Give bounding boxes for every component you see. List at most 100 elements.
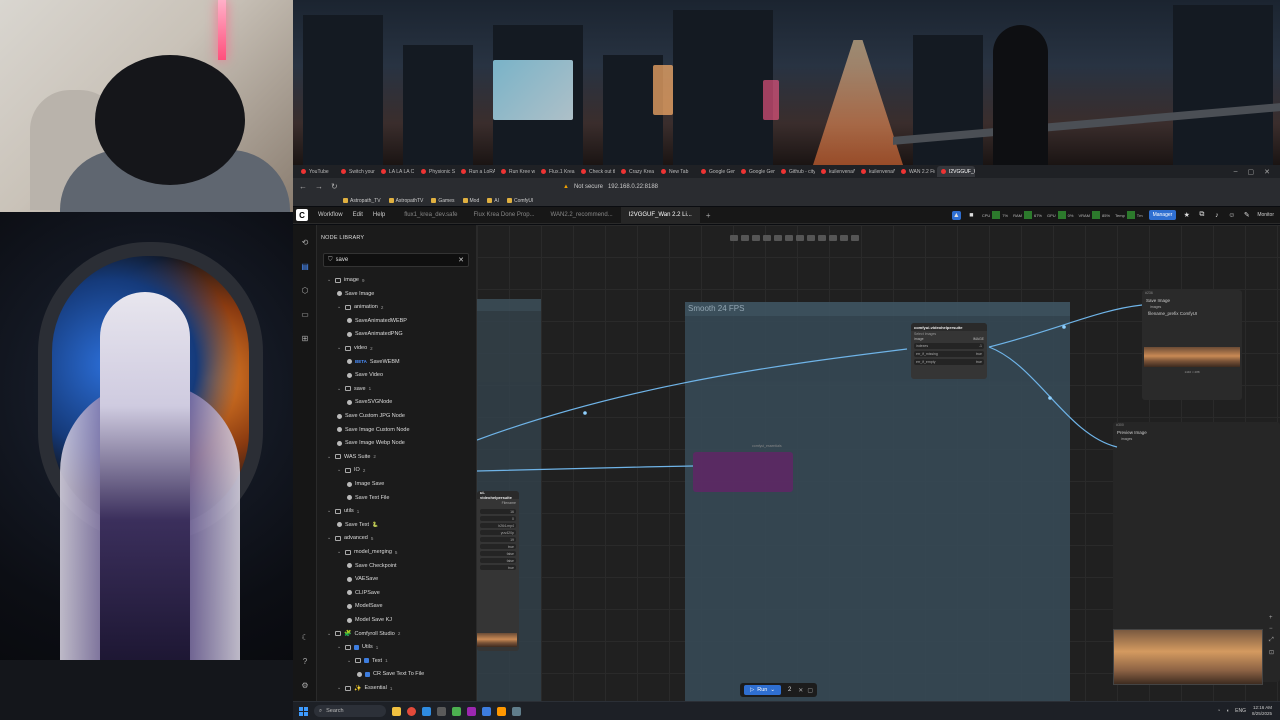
library-node-item[interactable]: SaveSVGNode [347, 396, 392, 408]
search-input[interactable] [335, 257, 446, 263]
reload-icon[interactable]: ↻ [331, 182, 338, 191]
link-midpoint[interactable] [1062, 325, 1066, 329]
chrome-icon[interactable] [407, 706, 416, 716]
browser-tab[interactable]: New Tab [657, 166, 695, 177]
bookmark-item[interactable]: Games [431, 198, 455, 204]
manager-button[interactable]: Manager [1148, 210, 1177, 220]
workflows-icon[interactable]: ▭ [300, 309, 310, 319]
library-node-item[interactable]: CR Save Text To File [357, 668, 424, 680]
edge-icon[interactable] [422, 706, 431, 716]
library-node-item[interactable]: SaveAnimatedWEBP [347, 315, 407, 327]
chevron-down-icon[interactable]: ⌄ [327, 454, 332, 460]
browser-tab[interactable]: Github - citydu [777, 166, 815, 177]
app-icon[interactable] [467, 706, 476, 716]
browser-tab[interactable]: Run Kree worklf [497, 166, 535, 177]
bell-icon[interactable]: ♪ [1212, 211, 1221, 220]
browser-tab[interactable]: Google Gemini [697, 166, 735, 177]
file-explorer-icon[interactable] [392, 706, 401, 716]
library-node-item[interactable]: Model Save KJ [347, 614, 392, 626]
theme-icon[interactable]: ☾ [300, 632, 310, 642]
browser-tab[interactable]: Switch your drea [337, 166, 375, 177]
templates-icon[interactable]: ⊞ [300, 333, 310, 343]
library-node-item[interactable]: Save Text File [347, 492, 389, 504]
user-icon[interactable]: ☺ [1227, 211, 1236, 220]
minimize-icon[interactable]: – [1234, 168, 1238, 176]
comfy-logo[interactable]: C [296, 209, 308, 221]
library-folder[interactable]: ⌄ advanced 5 [327, 532, 373, 544]
library-node-item[interactable]: Save Text 🐍 [337, 519, 378, 531]
library-node-item[interactable]: ModelSave [347, 600, 383, 612]
wifi-icon[interactable]: ◔ [1217, 708, 1220, 714]
volume-icon[interactable]: ◖ [1226, 708, 1229, 714]
history-icon[interactable]: ⟲ [300, 237, 310, 247]
library-folder[interactable]: ⌄ image 9 [327, 274, 365, 286]
bookmark-item[interactable]: Astropath_TV [343, 198, 381, 204]
zoom-in-icon[interactable]: + [1269, 615, 1274, 621]
app-icon[interactable] [482, 706, 491, 716]
bookmark-item[interactable]: ComfyUI [506, 198, 533, 204]
node-library-icon[interactable]: ▤ [300, 261, 310, 271]
browser-tab[interactable]: YouTube [297, 166, 335, 177]
library-node-item[interactable]: Save Image [337, 288, 374, 300]
back-icon[interactable]: ← [299, 182, 307, 191]
stop-icon[interactable]: ■ [967, 211, 976, 220]
chevron-down-icon[interactable]: ⌄ [327, 535, 332, 541]
library-node-item[interactable]: Save Checkpoint [347, 560, 397, 572]
windows-start-icon[interactable] [299, 706, 308, 716]
bookmark-item[interactable]: Mod [462, 198, 479, 204]
clock[interactable]: 12:16 AM 8/25/2025 [1252, 705, 1272, 717]
menu-workflow[interactable]: Workflow [313, 212, 348, 218]
puzzle-icon[interactable]: ⧉ [1197, 211, 1206, 220]
library-folder[interactable]: ⌄ WAS Suite 2 [327, 451, 376, 463]
settings-icon[interactable]: ⚙ [300, 680, 310, 690]
browser-tab[interactable]: LA LA LA C [377, 166, 415, 177]
monitor-button[interactable]: Monitor [1257, 212, 1274, 218]
maximize-icon[interactable]: ▢ [1248, 168, 1255, 176]
browser-tab[interactable]: Run a LoRA in [457, 166, 495, 177]
browser-tab[interactable]: I2VGGUF_Wan [937, 166, 975, 177]
link-midpoint[interactable] [583, 411, 587, 415]
queue-count[interactable]: 2 [785, 687, 794, 693]
app-icon[interactable] [512, 706, 521, 716]
workflow-tab[interactable]: flux1_krea_dev.safe [396, 207, 465, 224]
chevron-down-icon[interactable]: ⌄ [337, 345, 342, 351]
taskbar-search[interactable]: ⌕ Search [314, 705, 386, 717]
library-folder[interactable]: ⌄ IO 2 [337, 464, 365, 476]
bookmark-item[interactable]: AstropathTV [388, 198, 423, 204]
workflow-tab[interactable]: Flux Krea Done Prop... [466, 207, 543, 224]
fit-view-icon[interactable]: ⤢ [1269, 637, 1274, 644]
address-field[interactable]: ▲ Not secure 192.168.0.22:8188 [563, 184, 658, 190]
graph-canvas[interactable]: Smooth 24 FPS ui-videohelpersuite Filena… [477, 225, 1280, 701]
app-icon[interactable] [452, 706, 461, 716]
library-folder[interactable]: ⌄ 🧩 Comfyroll Studio 2 [327, 628, 400, 640]
library-node-item[interactable]: BETA SaveWEBM [347, 356, 400, 368]
library-folder[interactable]: ⌄ ✨ Essential 1 [337, 682, 392, 694]
browser-tab[interactable]: WAN 2.2 First [897, 166, 935, 177]
browser-tab[interactable]: kuilenvena/Wan [817, 166, 855, 177]
library-folder[interactable]: ⌄ animation 2 [337, 301, 383, 313]
library-node-item[interactable]: CLIPSave [347, 587, 380, 599]
library-node-item[interactable]: Image Save [347, 478, 384, 490]
library-node-item[interactable]: VAESave [347, 573, 378, 585]
chevron-down-icon[interactable]: ⌄ [337, 685, 342, 691]
workflow-tab[interactable]: WAN2.2_recommend... [543, 207, 621, 224]
app-icon[interactable] [437, 706, 446, 716]
library-node-item[interactable]: Save Image Custom Node [337, 424, 410, 436]
library-node-item[interactable]: Save Custom JPG Node [337, 410, 405, 422]
browser-tab[interactable]: Flux.1 Krea Dev [537, 166, 575, 177]
chevron-down-icon[interactable]: ⌄ [337, 467, 342, 473]
library-folder[interactable]: ⌄ Text 1 [347, 655, 388, 667]
chevron-down-icon[interactable]: ⌄ [327, 508, 332, 514]
library-folder[interactable]: ⌄ model_merging 5 [337, 546, 397, 558]
workflow-tab[interactable]: I2VGGUF_Wan 2.2 Li... [620, 206, 700, 224]
library-node-item[interactable]: SaveAnimatedPNG [347, 328, 403, 340]
chevron-down-icon[interactable]: ⌄ [327, 277, 332, 283]
queue-icon[interactable]: ▲ [951, 210, 961, 220]
chevron-down-icon[interactable]: ⌄ [337, 644, 342, 650]
library-node-item[interactable]: Save Video [347, 369, 383, 381]
cancel-icon[interactable]: ✕ [798, 687, 803, 694]
model-library-icon[interactable]: ⬡ [300, 285, 310, 295]
browser-tab[interactable]: kuilenvena/Wan [857, 166, 895, 177]
run-button[interactable]: ▷ Run ⌄ [744, 685, 781, 695]
browser-tab[interactable]: Physionic Studi [417, 166, 455, 177]
